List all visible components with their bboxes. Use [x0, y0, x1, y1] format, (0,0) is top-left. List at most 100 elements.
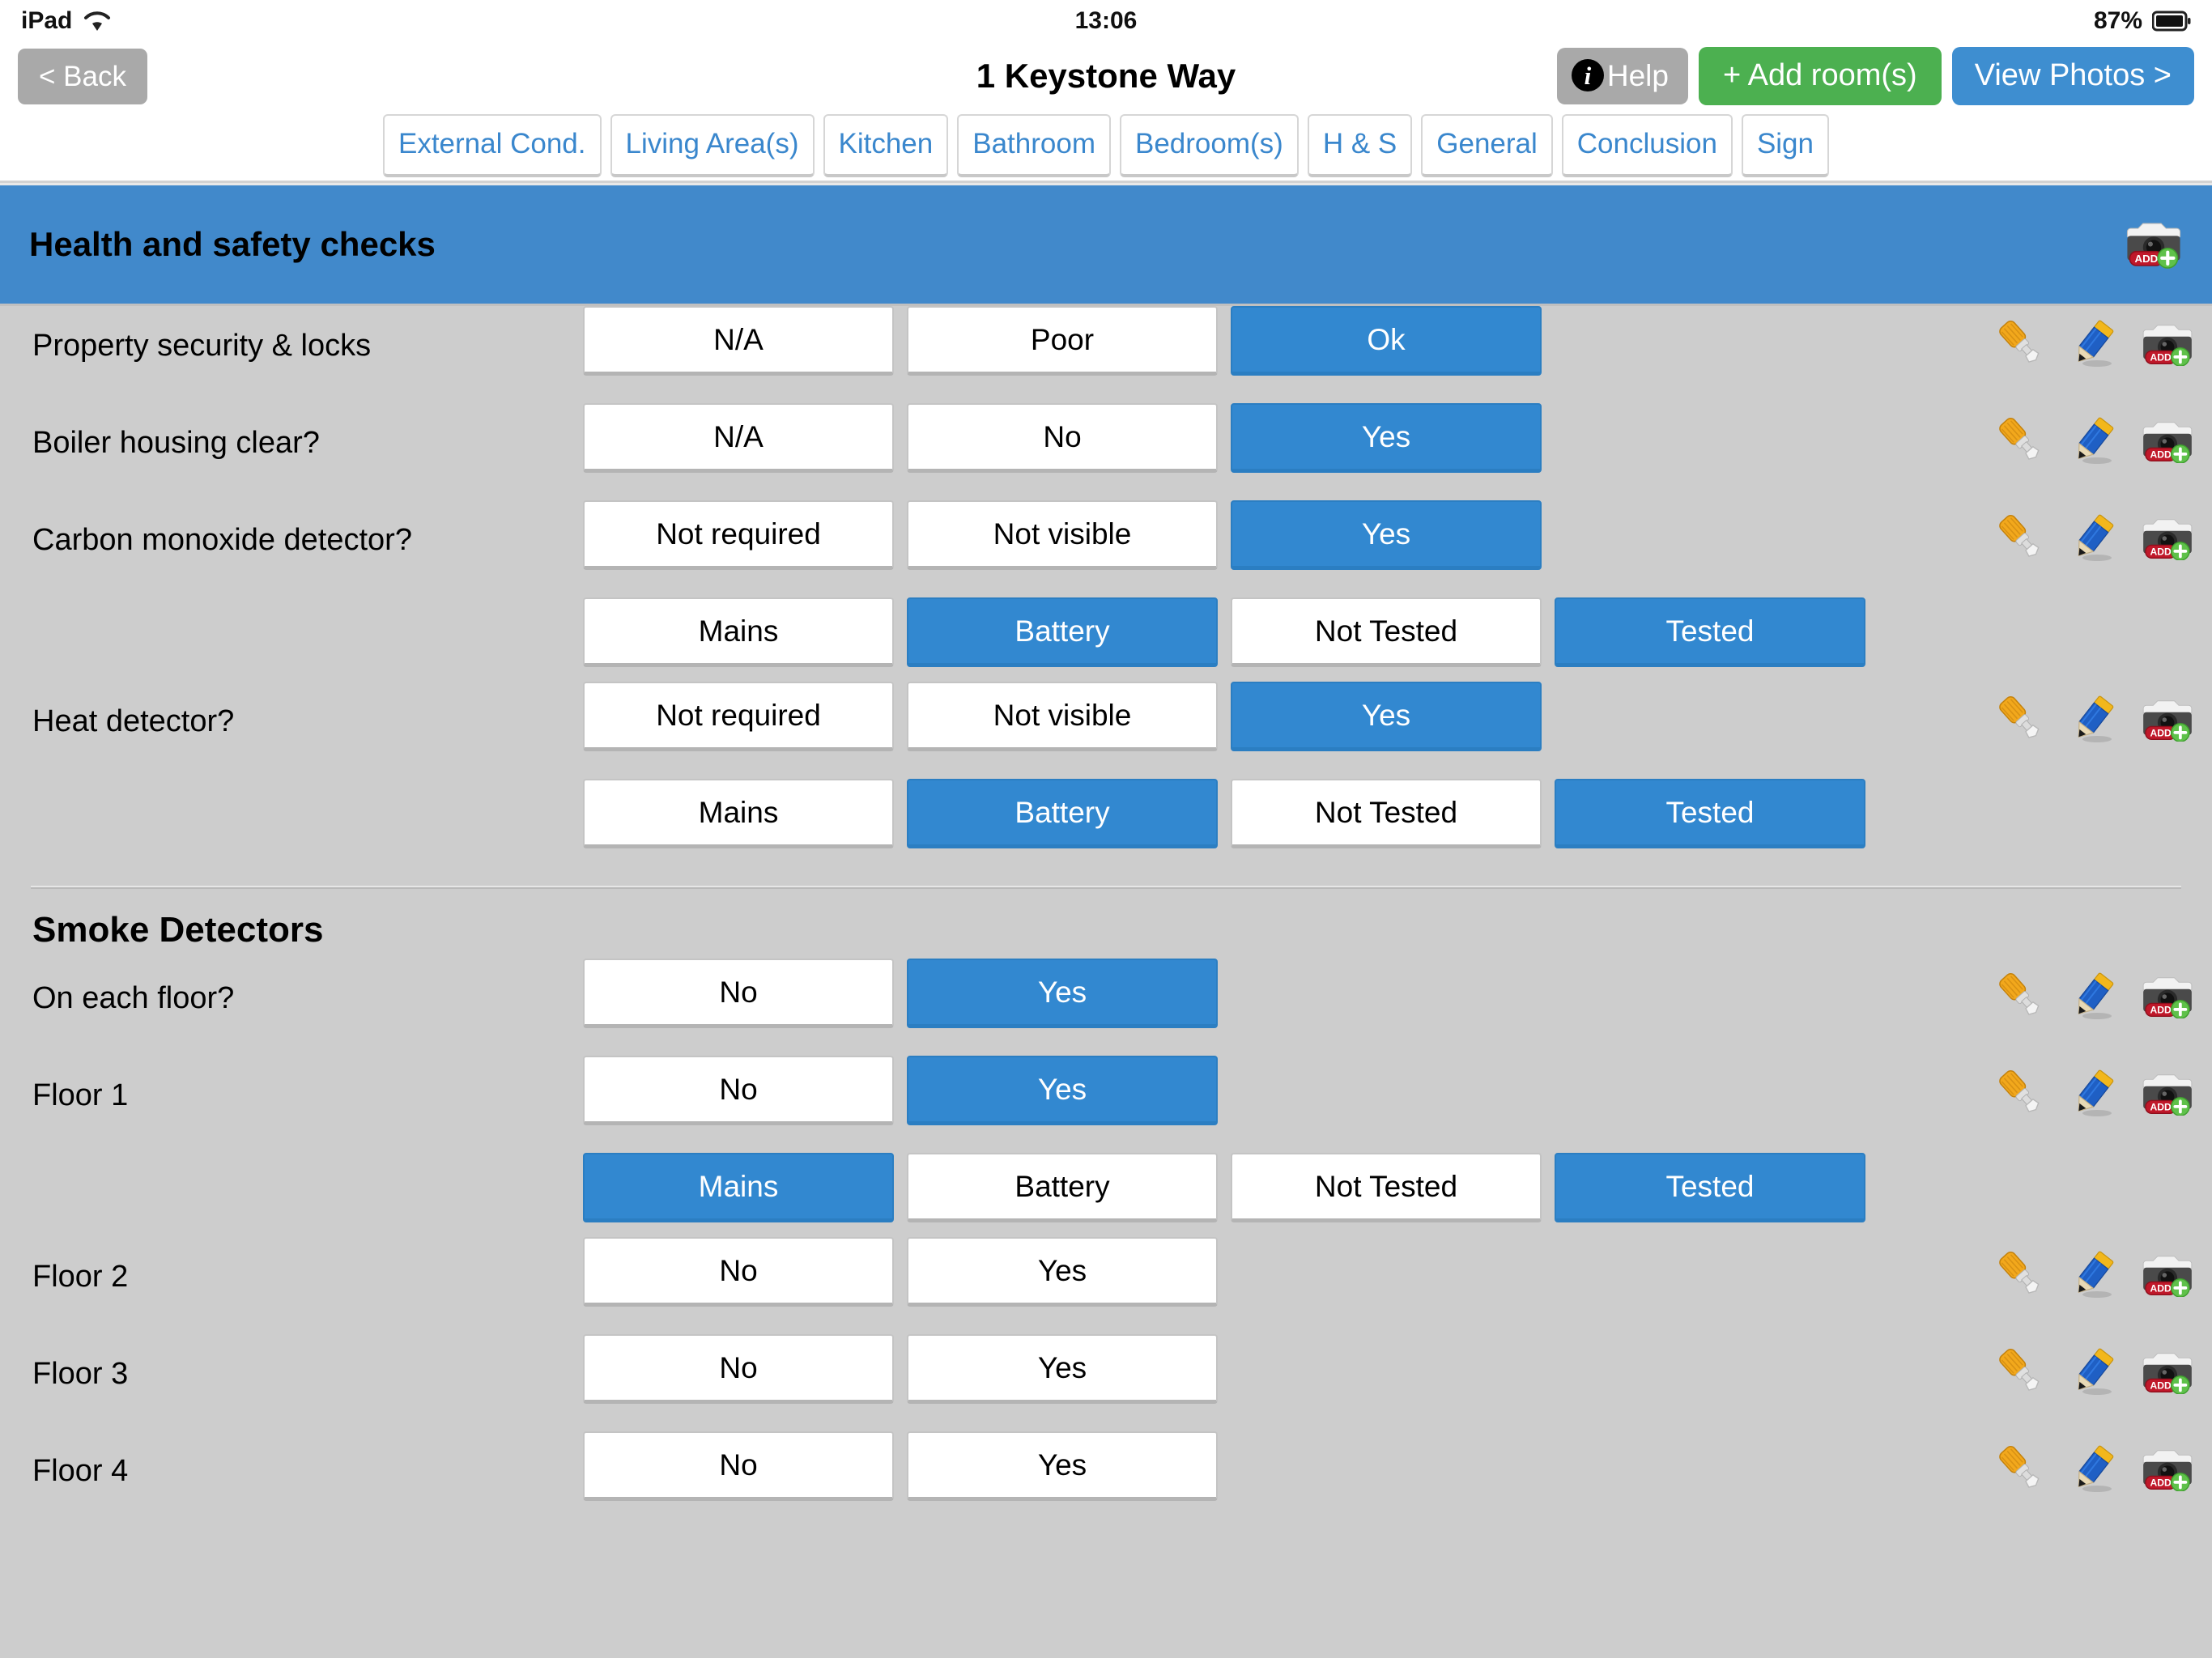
heat-detector-option-3[interactable]: Yes [1231, 682, 1542, 751]
carbon-monoxide-detector-option-2[interactable]: Not visible [907, 500, 1218, 570]
heat-detector-power-option-2[interactable]: Battery [907, 779, 1218, 848]
camera-add-icon[interactable]: ADD [2141, 322, 2194, 367]
floor-1-option-2[interactable]: Yes [907, 1056, 1218, 1125]
carbon-monoxide-detector-option-3[interactable]: Yes [1231, 500, 1542, 570]
pencil-icon[interactable] [2066, 513, 2118, 563]
heat-detector-power-option-4[interactable]: Tested [1555, 779, 1865, 848]
tab-kitchen[interactable]: Kitchen [823, 113, 949, 177]
pencil-icon[interactable] [2066, 695, 2118, 745]
info-icon: i [1571, 59, 1604, 91]
tab-bedrooms[interactable]: Bedroom(s) [1120, 113, 1299, 177]
carbon-monoxide-detector-power-option-3[interactable]: Not Tested [1231, 597, 1542, 667]
floor-1-power-option-1[interactable]: Mains [583, 1153, 894, 1222]
pencil-icon[interactable] [2066, 319, 2118, 369]
floor-1-power-option-3[interactable]: Not Tested [1231, 1153, 1542, 1222]
option-group-boiler-housing-clear: N/A No Yes [583, 403, 2212, 487]
pencil-icon[interactable] [2066, 1347, 2118, 1397]
camera-add-icon[interactable]: ADD [2141, 975, 2194, 1019]
floor-1-option-1[interactable]: No [583, 1056, 894, 1125]
power-test-group-carbon-monoxide-detector: Mains Battery Not Tested Tested [583, 597, 2212, 682]
screwdriver-icon[interactable] [1989, 319, 2044, 369]
check-label-heat-detector: Heat detector? [32, 704, 235, 738]
tab-living-areas[interactable]: Living Area(s) [610, 113, 815, 177]
on-each-floor-option-2[interactable]: Yes [907, 959, 1218, 1028]
screwdriver-icon[interactable] [1989, 1069, 2044, 1119]
svg-text:ADD: ADD [2150, 728, 2171, 739]
tab-conclusion[interactable]: Conclusion [1561, 113, 1733, 177]
camera-add-icon[interactable]: ADD [2141, 1253, 2194, 1298]
boiler-housing-clear-option-1[interactable]: N/A [583, 403, 894, 473]
pencil-icon[interactable] [2066, 1444, 2118, 1494]
subrow-label-spacer [0, 597, 583, 620]
heat-detector-option-1[interactable]: Not required [583, 682, 894, 751]
screwdriver-icon[interactable] [1989, 1250, 2044, 1300]
heat-detector-option-2[interactable]: Not visible [907, 682, 1218, 751]
pencil-icon[interactable] [2066, 1250, 2118, 1300]
screwdriver-icon[interactable] [1989, 513, 2044, 563]
pencil-icon[interactable] [2066, 416, 2118, 466]
status-bar: iPad 13:06 87% [0, 0, 2212, 42]
screwdriver-icon[interactable] [1989, 971, 2044, 1022]
tab-h-and-s[interactable]: H & S [1307, 113, 1413, 177]
check-label-carbon-monoxide-detector: Carbon monoxide detector? [32, 523, 412, 557]
floor-3-option-2[interactable]: Yes [907, 1334, 1218, 1404]
boiler-housing-clear-option-2[interactable]: No [907, 403, 1218, 473]
back-button[interactable]: < Back [18, 48, 147, 104]
option-label: Not Tested [1314, 795, 1458, 829]
tab-sign[interactable]: Sign [1741, 113, 1829, 177]
option-label: Yes [1037, 975, 1087, 1009]
option-label: Yes [1361, 419, 1411, 453]
carbon-monoxide-detector-power-option-4[interactable]: Tested [1555, 597, 1865, 667]
pencil-icon[interactable] [2066, 971, 2118, 1022]
pencil-icon[interactable] [2066, 1069, 2118, 1119]
floor-3-option-1[interactable]: No [583, 1334, 894, 1404]
floor-3-row-actions: ADD [1989, 1347, 2194, 1397]
add-rooms-button[interactable]: + Add room(s) [1698, 47, 1942, 105]
option-label: Poor [1030, 322, 1095, 356]
carbon-monoxide-detector-power-option-1[interactable]: Mains [583, 597, 894, 667]
option-group-floor-1: No Yes [583, 1056, 2212, 1140]
check-row-floor-3: Floor 3 No Yes ADD [0, 1334, 2212, 1431]
floor-1-power-option-4[interactable]: Tested [1555, 1153, 1865, 1222]
property-security-locks-option-2[interactable]: Poor [907, 306, 1218, 376]
carbon-monoxide-detector-option-1[interactable]: Not required [583, 500, 894, 570]
camera-add-icon[interactable]: ADD [2141, 517, 2194, 561]
option-group-heat-detector: Not required Not visible Yes [583, 682, 2212, 766]
screwdriver-icon[interactable] [1989, 416, 2044, 466]
view-photos-button[interactable]: View Photos > [1951, 47, 2194, 105]
floor-1-power-option-2[interactable]: Battery [907, 1153, 1218, 1222]
floor-4-option-2[interactable]: Yes [907, 1431, 1218, 1501]
tab-external-cond[interactable]: External Cond. [382, 113, 602, 177]
section-header: Health and safety checks ADD [0, 183, 2212, 306]
camera-add-icon[interactable]: ADD [2141, 1350, 2194, 1395]
option-label: No [719, 1072, 758, 1106]
svg-text:ADD: ADD [2150, 352, 2171, 363]
carbon-monoxide-detector-power-option-2[interactable]: Battery [907, 597, 1218, 667]
heat-detector-row-actions: ADD [1989, 695, 2194, 745]
camera-add-icon[interactable]: ADD [2141, 1448, 2194, 1492]
floor-4-option-1[interactable]: No [583, 1431, 894, 1501]
screwdriver-icon[interactable] [1989, 1444, 2044, 1494]
floor-2-option-1[interactable]: No [583, 1237, 894, 1307]
camera-add-icon[interactable]: ADD [2141, 419, 2194, 464]
camera-add-icon[interactable]: ADD [2125, 220, 2183, 269]
device-name: iPad [21, 7, 73, 34]
floor-2-option-2[interactable]: Yes [907, 1237, 1218, 1307]
property-security-locks-option-1[interactable]: N/A [583, 306, 894, 376]
option-label: Mains [698, 795, 779, 829]
boiler-housing-clear-option-3[interactable]: Yes [1231, 403, 1542, 473]
camera-add-icon[interactable]: ADD [2141, 698, 2194, 742]
svg-text:ADD: ADD [2150, 1283, 2171, 1295]
svg-text:ADD: ADD [2150, 1102, 2171, 1113]
screwdriver-icon[interactable] [1989, 695, 2044, 745]
heat-detector-power-option-3[interactable]: Not Tested [1231, 779, 1542, 848]
property-security-locks-option-3[interactable]: Ok [1231, 306, 1542, 376]
on-each-floor-option-1[interactable]: No [583, 959, 894, 1028]
screwdriver-icon[interactable] [1989, 1347, 2044, 1397]
option-label: N/A [713, 419, 764, 453]
camera-add-icon[interactable]: ADD [2141, 1072, 2194, 1116]
heat-detector-power-option-1[interactable]: Mains [583, 779, 894, 848]
tab-general[interactable]: General [1421, 113, 1553, 177]
help-button[interactable]: i Help [1556, 48, 1688, 104]
tab-bathroom[interactable]: Bathroom [957, 113, 1111, 177]
